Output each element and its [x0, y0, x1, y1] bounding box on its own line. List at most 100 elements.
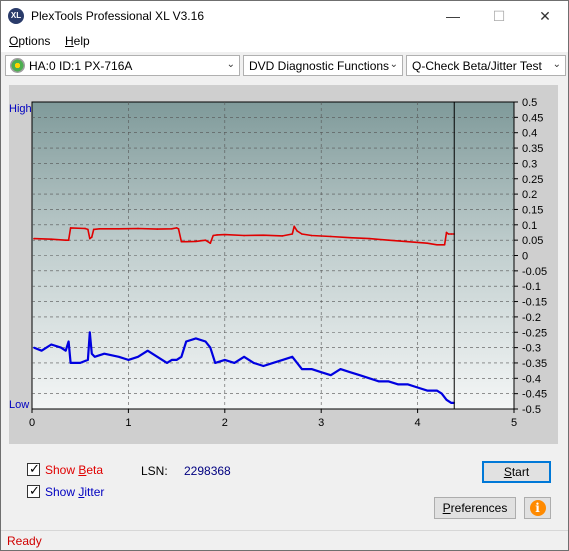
beta-point: [195, 240, 197, 243]
beta-point: [310, 234, 313, 237]
jitter-point: [146, 349, 149, 352]
beta-point: [156, 228, 159, 230]
close-button[interactable]: ✕: [522, 1, 568, 31]
y-tick-label: 0.05: [522, 235, 543, 247]
y-tick-label: 0.25: [522, 174, 543, 186]
show-jitter-checkbox[interactable]: ✓: [27, 483, 40, 498]
menu-options[interactable]: OptionsOptions: [9, 34, 50, 48]
jitter-point: [426, 389, 429, 392]
beta-point: [67, 239, 70, 241]
jitter-point: [358, 374, 361, 377]
beta-point: [445, 231, 448, 234]
test-select[interactable]: Q-Check Beta/Jitter Test ⌄: [406, 55, 566, 76]
jitter-point: [291, 356, 294, 358]
y-tick-label: 0.15: [522, 204, 543, 216]
function-select[interactable]: DVD Diagnostic Functions ⌄: [243, 55, 403, 76]
chevron-down-icon: ⌄: [552, 59, 561, 70]
beta-point: [90, 236, 93, 238]
beta-point: [69, 227, 72, 229]
jitter-point: [272, 362, 274, 364]
jitter-point: [450, 402, 453, 404]
y-tick-label: 0.45: [522, 112, 543, 124]
jitter-point: [281, 359, 284, 361]
y-tick-label: -0.15: [522, 297, 547, 309]
jitter-point: [436, 389, 438, 392]
beta-point: [293, 225, 296, 228]
y-tick-label: 0.4: [522, 128, 537, 140]
beta-point: [180, 240, 183, 243]
beta-point: [185, 240, 188, 243]
minimize-button[interactable]: —: [430, 1, 476, 31]
jitter-point: [397, 383, 400, 386]
beta-point: [349, 236, 351, 239]
chart-panel: 0.5 0.45 0.4 0.35 0.3 0.25 0.2 0.15 0.1 0.05 0 -0.0…: [9, 85, 558, 444]
beta-point: [387, 239, 390, 241]
disc-drive-icon: [10, 58, 25, 73]
y-tick-label: -0.35: [522, 358, 547, 370]
beta-point: [33, 237, 35, 240]
beta-point: [170, 227, 173, 230]
beta-point: [209, 242, 212, 245]
y-tick-label: 0.1: [522, 220, 537, 232]
menu-bar: OptionsOptions HelpHelp: [1, 31, 568, 52]
y-tick-label: -0.05: [522, 266, 547, 278]
jitter-point: [243, 356, 245, 358]
beta-point: [281, 235, 284, 237]
jitter-point: [416, 386, 419, 389]
y-tick-label: -0.3: [522, 343, 541, 355]
jitter-point: [233, 362, 236, 364]
jitter-point: [252, 362, 255, 364]
preferences-button[interactable]: PreferencesPreferences: [434, 497, 516, 519]
show-beta-label[interactable]: Show BetaShow Beta: [45, 463, 103, 477]
beta-point: [291, 233, 294, 235]
beta-point: [50, 238, 53, 241]
lsn-value: 2298368: [184, 464, 231, 478]
jitter-point: [349, 371, 351, 373]
beta-point: [443, 243, 446, 246]
status-bar: Ready: [1, 530, 568, 551]
axis-label-low: Low: [9, 399, 29, 411]
jitter-point: [445, 398, 448, 401]
jitter-point: [440, 392, 443, 395]
show-jitter-label[interactable]: Show JitterShow Jitter: [45, 485, 104, 499]
beta-point: [262, 234, 265, 237]
jitter-point: [209, 346, 212, 349]
beta-point: [64, 239, 67, 241]
jitter-point: [195, 337, 197, 340]
status-text: Ready: [7, 534, 42, 548]
checkmark-icon: ✓: [29, 483, 40, 498]
beta-point: [296, 230, 298, 232]
jitter-point: [33, 346, 35, 349]
title-bar[interactable]: XL PlexTools Professional XL V3.16 — ☐ ✕: [1, 1, 568, 31]
jitter-point: [50, 343, 53, 346]
beta-point: [407, 240, 409, 243]
menu-help[interactable]: HelpHelp: [65, 34, 90, 48]
checkmark-icon: ✓: [29, 461, 40, 476]
show-beta-checkbox[interactable]: ✓: [27, 461, 40, 476]
beta-point: [224, 233, 226, 236]
jitter-point: [368, 377, 371, 380]
window-title: PlexTools Professional XL V3.16: [31, 9, 204, 23]
start-button[interactable]: StartStart: [482, 461, 551, 483]
beta-point: [368, 237, 371, 240]
drive-select[interactable]: HA:0 ID:1 PX-716A ⌄: [5, 55, 240, 76]
beta-point: [330, 235, 332, 238]
beta-point: [92, 228, 95, 231]
jitter-point: [387, 380, 390, 383]
beta-point: [98, 227, 101, 230]
y-tick-label: -0.4: [522, 373, 541, 385]
jitter-point: [79, 362, 81, 364]
info-button[interactable]: i: [524, 497, 551, 519]
axis-label-high: High: [9, 103, 32, 115]
y-tick-label: 0.2: [522, 189, 537, 201]
maximize-button[interactable]: ☐: [476, 1, 522, 31]
jitter-point: [137, 356, 139, 358]
jitter-point: [180, 356, 183, 358]
y-tick-label: -0.1: [522, 281, 541, 293]
jitter-point: [339, 368, 342, 370]
jitter-point: [127, 359, 130, 361]
beta-point: [436, 243, 438, 246]
x-tick-label: 2: [222, 417, 228, 429]
jitter-point: [93, 356, 96, 358]
y-tick-label: -0.2: [522, 312, 541, 324]
